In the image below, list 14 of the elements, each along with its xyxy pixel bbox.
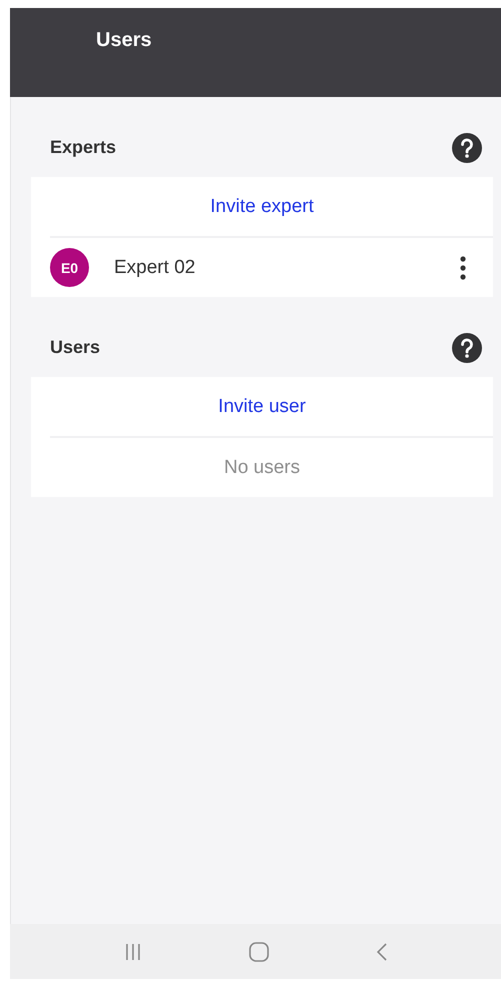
avatar: E0 [50, 248, 89, 287]
recent-apps-icon[interactable] [124, 942, 142, 960]
empty-message: No users [224, 456, 300, 478]
home-icon[interactable] [248, 942, 268, 962]
help-icon[interactable] [452, 132, 482, 162]
section-title: Users [50, 337, 100, 358]
back-icon[interactable] [376, 942, 388, 960]
more-options-icon[interactable] [459, 256, 467, 280]
expert-name: Expert 02 [114, 256, 196, 278]
section-title: Experts [50, 137, 116, 158]
invite-button[interactable]: Invite expert [202, 192, 322, 222]
help-icon[interactable] [452, 332, 482, 362]
page-title: Users [96, 29, 152, 51]
invite-button[interactable]: Invite user [210, 392, 314, 422]
